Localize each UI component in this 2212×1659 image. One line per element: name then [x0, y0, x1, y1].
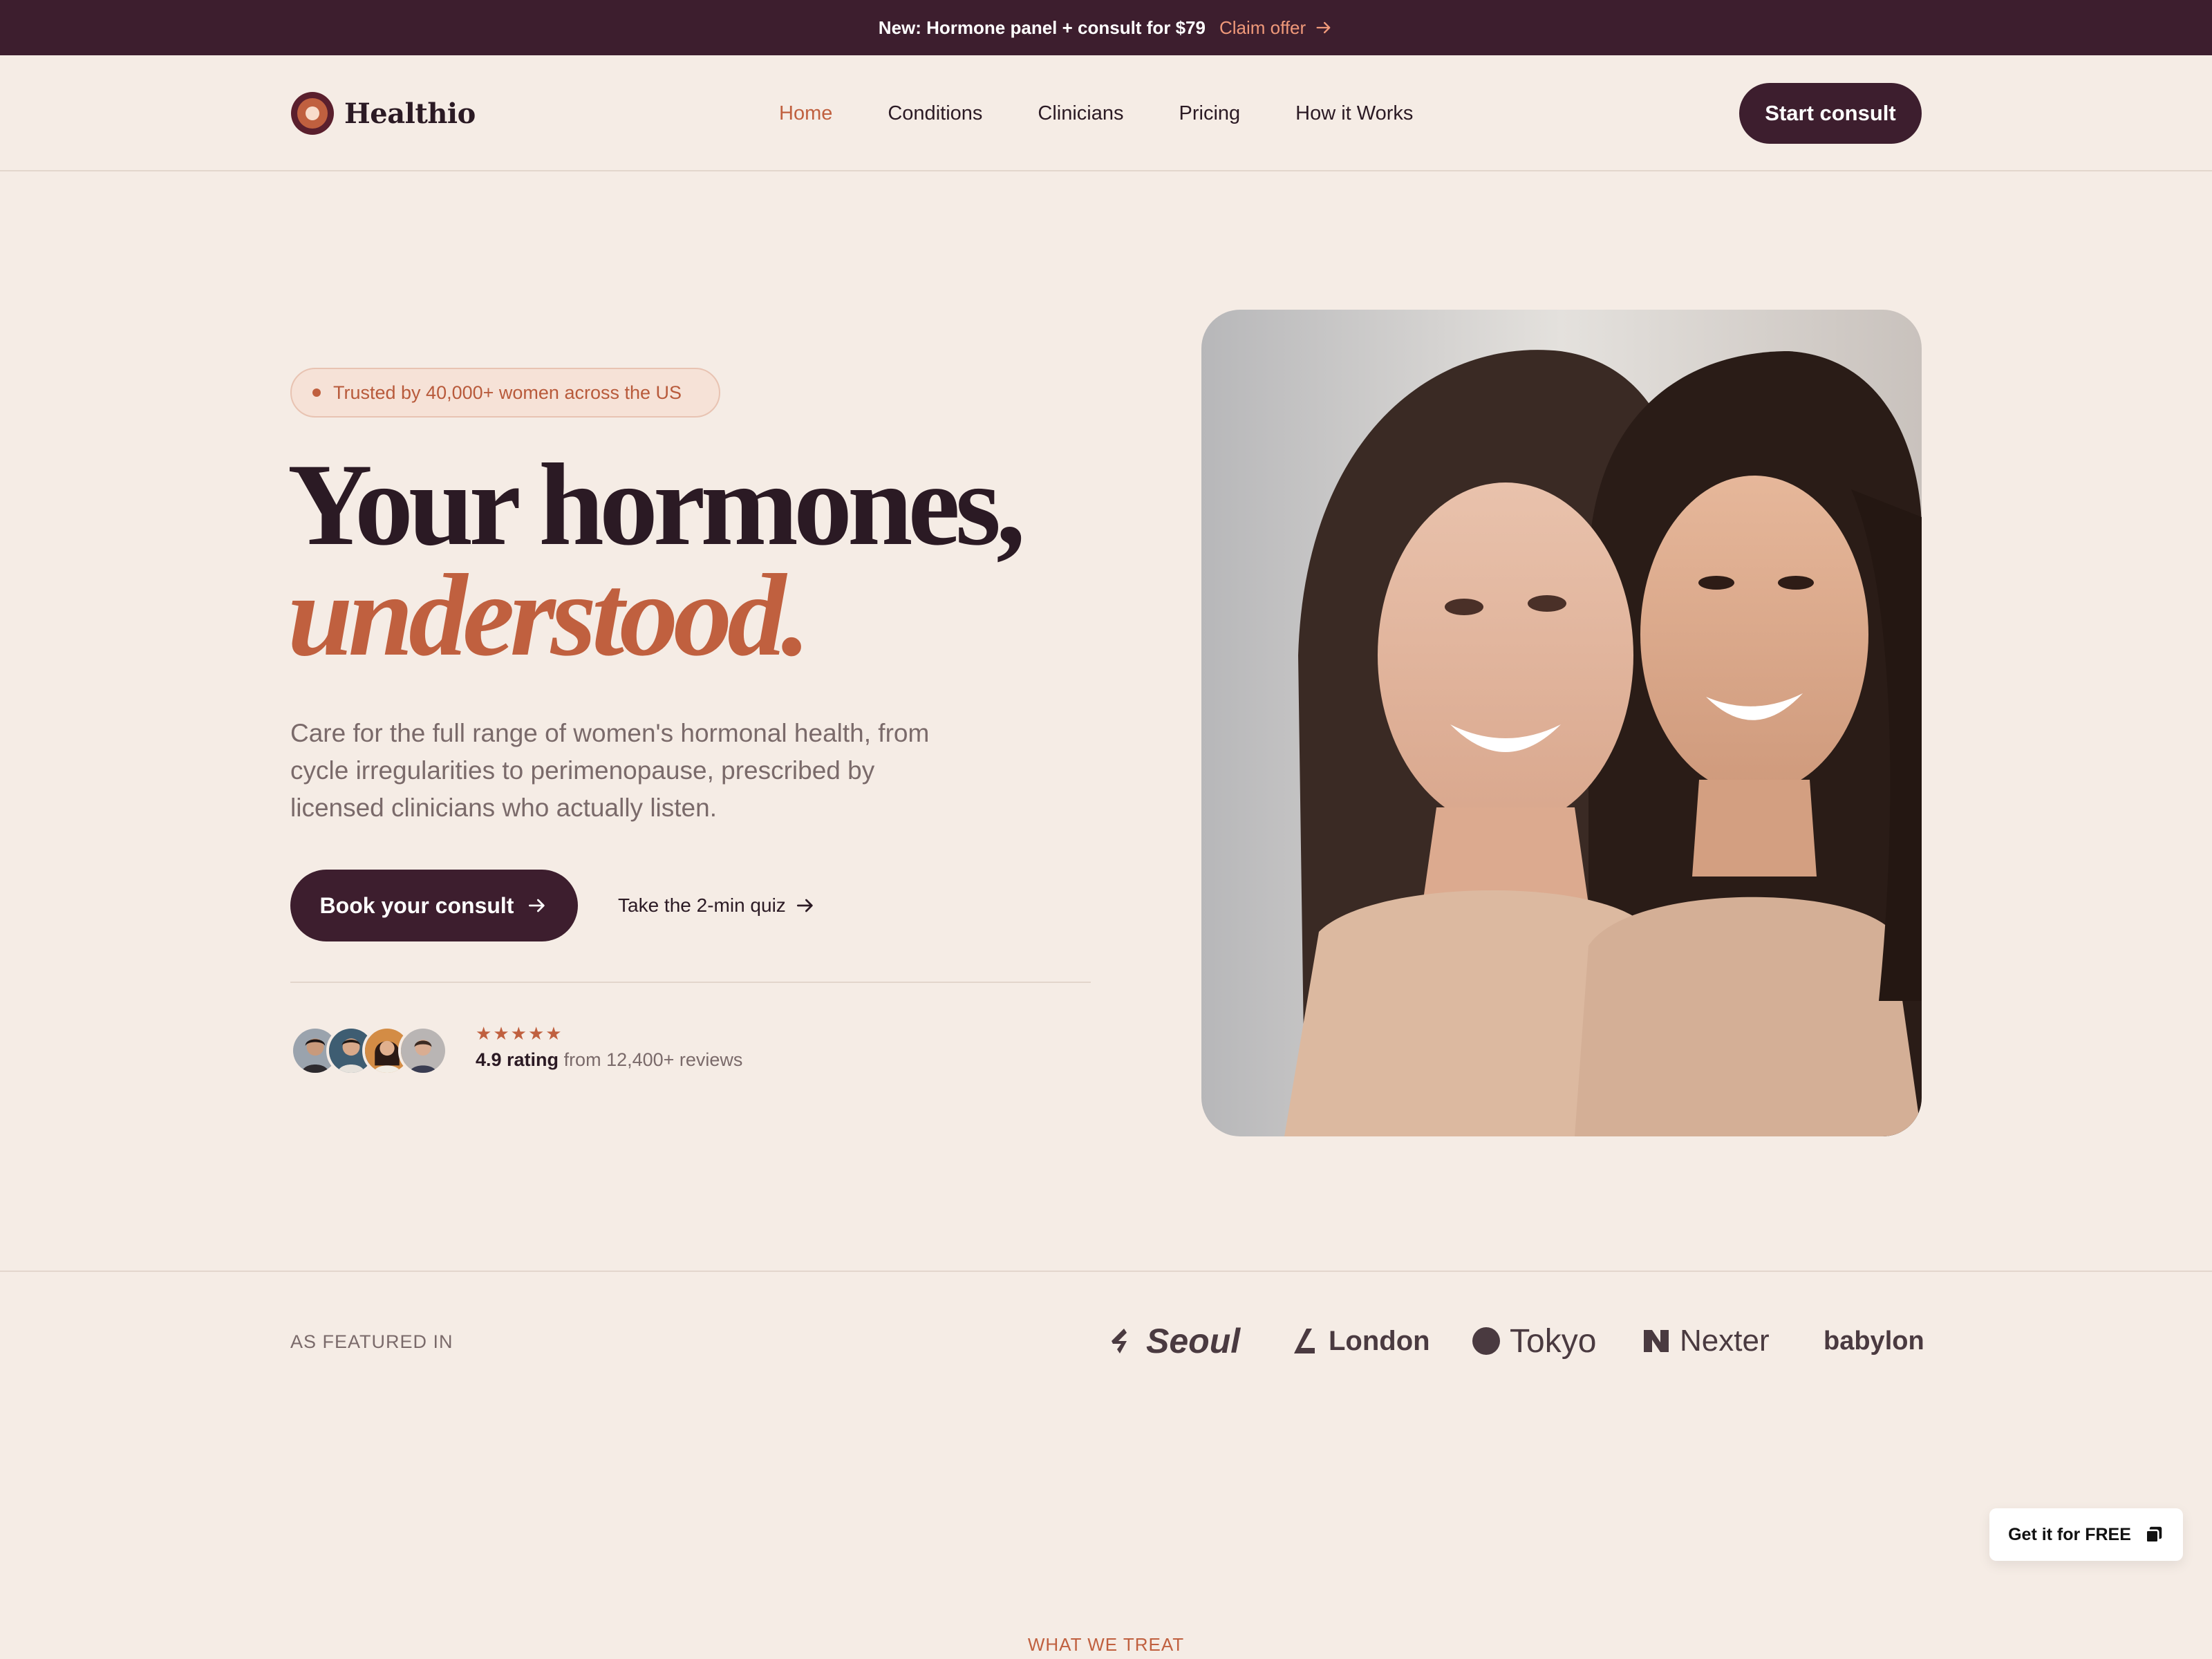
start-consult-button[interactable]: Start consult	[1739, 83, 1922, 144]
star-icon: ★	[493, 1023, 509, 1044]
trust-badge: Trusted by 40,000+ women across the US	[290, 368, 720, 418]
london-logo-icon	[1294, 1329, 1315, 1353]
claim-offer-label: Claim offer	[1219, 17, 1306, 38]
nexter-logo-icon	[1644, 1330, 1669, 1352]
hero-title: Your hormones, understood.	[288, 446, 1048, 680]
tokyo-logo-icon	[1472, 1327, 1500, 1355]
nav-item-how-it-works[interactable]: How it Works	[1295, 102, 1413, 125]
take-quiz-label: Take the 2-min quiz	[618, 894, 786, 916]
copy-icon	[2145, 1526, 2162, 1544]
hero-title-line2: understood.	[288, 550, 811, 680]
logo-icon	[291, 92, 334, 135]
nav-item-conditions[interactable]: Conditions	[888, 102, 982, 125]
announcement-bar: New: Hormone panel + consult for $79 Cla…	[0, 0, 2212, 55]
arrow-right-icon	[796, 899, 813, 912]
nav-item-home[interactable]: Home	[779, 102, 832, 125]
brand-logo-nexter: Nexter	[1640, 1313, 1770, 1369]
star-icon: ★	[476, 1023, 492, 1044]
featured-label: AS FEATURED IN	[290, 1331, 453, 1352]
main-nav: Healthio Home Conditions Clinicians Pric…	[0, 55, 2212, 171]
logo[interactable]: Healthio	[290, 90, 476, 137]
arrow-right-icon	[529, 899, 545, 912]
rating-count: from 12,400+ reviews	[563, 1049, 743, 1070]
badge-dot	[312, 388, 321, 397]
divider	[290, 982, 1091, 983]
announcement-message: New: Hormone panel + consult for $79	[878, 17, 1206, 38]
seoul-logo-icon	[1112, 1329, 1127, 1353]
brand-logo-seoul: Seoul	[1106, 1313, 1240, 1369]
star-icon: ★	[527, 1023, 545, 1044]
take-quiz-link[interactable]: Take the 2-min quiz	[618, 889, 816, 922]
section-eyebrow: WHAT WE TREAT	[1027, 1634, 1185, 1655]
featured-divider	[0, 1271, 2212, 1272]
brand-name-london: London	[1329, 1325, 1430, 1356]
brand-logo-tokyo: Tokyo	[1470, 1313, 1596, 1369]
reviewer-avatars	[290, 1026, 448, 1076]
brand-name-tokyo: Tokyo	[1510, 1322, 1597, 1360]
brand-name-nexter: Nexter	[1680, 1324, 1770, 1358]
rating-summary: 4.9 rating from 12,400+ reviews	[476, 1049, 742, 1071]
nav-item-pricing[interactable]: Pricing	[1179, 102, 1241, 125]
brand-name-seoul: Seoul	[1146, 1322, 1241, 1360]
brand-name: Healthio	[344, 97, 476, 130]
featured-brands: Seoul London Tokyo Nexter babylon	[1106, 1313, 1924, 1369]
brand-name-babylon: babylon	[1824, 1326, 1924, 1356]
nav-item-clinicians[interactable]: Clinicians	[1038, 102, 1123, 125]
book-consult-button[interactable]: Book your consult	[290, 870, 578, 941]
get-it-free-label: Get it for FREE	[2008, 1524, 2131, 1544]
rating-value: 4.9 rating	[476, 1049, 559, 1070]
nav-links: Home Conditions Clinicians Pricing How i…	[779, 98, 1413, 129]
hero-subtitle: Care for the full range of women's hormo…	[290, 719, 930, 822]
brand-logo-london: London	[1288, 1313, 1430, 1369]
avatar	[398, 1026, 448, 1076]
rating-stars: ★ ★ ★ ★ ★	[476, 1023, 562, 1044]
trust-badge-text: Trusted by 40,000+ women across the US	[333, 382, 682, 403]
brand-logo-babylon: babylon	[1824, 1313, 1924, 1369]
star-icon: ★	[545, 1023, 562, 1044]
hero-photo	[1201, 310, 1922, 1136]
get-it-free-button[interactable]: Get it for FREE	[1989, 1508, 2183, 1561]
star-icon: ★	[510, 1023, 527, 1044]
book-consult-label: Book your consult	[319, 892, 514, 918]
arrow-right-icon	[1316, 21, 1331, 34]
claim-offer-link[interactable]: Claim offer	[1219, 17, 1333, 39]
